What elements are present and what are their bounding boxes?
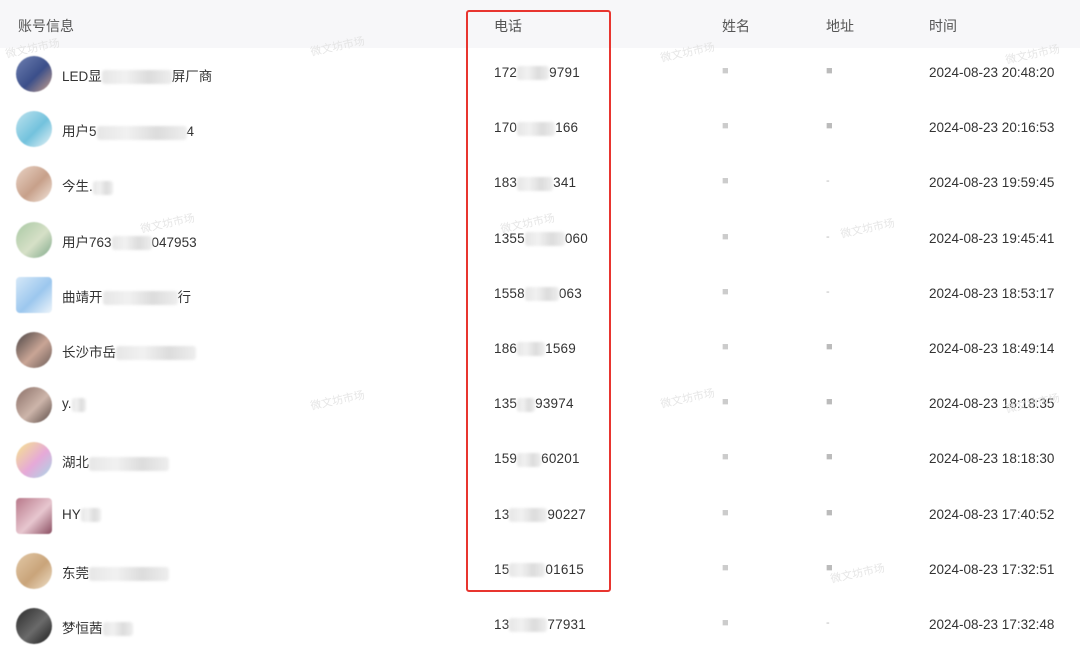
account-name: 梦恒茜 — [62, 617, 133, 637]
account-name: 今生. — [62, 175, 113, 195]
avatar — [16, 442, 52, 479]
account-name-visible-start: LED显 — [62, 69, 102, 84]
account-name: 长沙市岳 — [62, 341, 196, 361]
person-name: ■ — [722, 396, 729, 409]
avatar — [16, 111, 52, 148]
account-name-visible-start: 用户5 — [62, 124, 97, 140]
phone-prefix: 13 — [494, 617, 510, 632]
address: - — [826, 617, 830, 629]
account-name-visible-start: 今生. — [62, 179, 93, 195]
account-name: y. — [62, 396, 86, 412]
redaction-blur — [71, 397, 86, 412]
person-name: ■ — [722, 617, 729, 629]
redaction-blur — [102, 291, 178, 306]
person-name: ■ — [722, 175, 729, 188]
header-account: 账号信息 — [18, 18, 74, 34]
timestamp: 2024-08-23 19:59:45 — [929, 175, 1055, 191]
account-name-visible-end: 行 — [177, 289, 192, 305]
address: ■ — [826, 341, 833, 353]
timestamp: 2024-08-23 18:49:14 — [929, 341, 1055, 356]
address: ■ — [826, 120, 833, 133]
account-name: 湖北 — [62, 451, 169, 471]
account-name-visible-start: 梦恒茜 — [62, 621, 103, 636]
timestamp: 2024-08-23 17:32:48 — [929, 617, 1055, 632]
phone-number: 13 77931 — [494, 617, 586, 633]
address: ■ — [826, 506, 833, 519]
person-name: ■ — [722, 65, 729, 77]
avatar — [16, 387, 52, 424]
account-name-visible-start: y. — [62, 396, 72, 412]
phone-column-highlight-box — [466, 10, 611, 592]
timestamp: 2024-08-23 19:45:41 — [929, 230, 1055, 246]
avatar — [16, 56, 52, 92]
account-name-visible-start: 曲靖开 — [62, 289, 103, 305]
header-time: 时间 — [929, 18, 957, 34]
person-name: ■ — [722, 285, 729, 298]
account-name-visible-start: 用户763 — [62, 234, 112, 250]
account-name-visible-end: 屏厂商 — [171, 69, 213, 84]
account-name: 东莞 — [62, 562, 169, 582]
address: ■ — [826, 65, 833, 77]
timestamp: 2024-08-23 20:48:20 — [929, 65, 1055, 80]
redaction-blur — [116, 346, 196, 361]
account-name-visible-start: 湖北 — [62, 455, 89, 471]
account-name: 用户5 4 — [62, 120, 194, 140]
address: ■ — [826, 396, 833, 409]
header-name: 姓名 — [722, 18, 750, 34]
avatar — [16, 332, 52, 368]
address: ■ — [826, 451, 833, 464]
address: - — [826, 285, 830, 298]
person-name: ■ — [722, 451, 729, 464]
redaction-blur — [89, 456, 169, 471]
person-name: ■ — [722, 561, 729, 574]
timestamp: 2024-08-23 20:16:53 — [929, 120, 1055, 136]
redaction-blur — [509, 618, 548, 633]
avatar — [16, 552, 52, 589]
account-name-visible-start: 东莞 — [62, 565, 89, 581]
account-name-visible-end: 047953 — [151, 234, 197, 250]
account-name-visible-start: 长沙市岳 — [62, 345, 116, 360]
timestamp: 2024-08-23 18:18:30 — [929, 451, 1055, 467]
redaction-blur — [96, 125, 187, 140]
header-address: 地址 — [826, 18, 854, 34]
table-row[interactable]: 梦恒茜 13 77931 ■ - 2024-08-23 17:32:48 — [0, 598, 1080, 653]
redaction-blur — [80, 508, 101, 523]
redaction-blur — [102, 622, 133, 637]
redaction-blur — [111, 236, 152, 251]
redaction-blur — [89, 567, 169, 582]
avatar — [16, 276, 52, 313]
account-name-visible-end: 4 — [186, 124, 195, 140]
account-name: LED显 屏厂商 — [62, 65, 212, 85]
redaction-blur — [101, 70, 172, 85]
person-name: ■ — [722, 341, 729, 353]
avatar — [16, 608, 52, 644]
avatar — [16, 166, 52, 203]
account-name: 用户763 047953 — [62, 231, 197, 251]
avatar — [16, 497, 52, 534]
account-name: HY — [62, 506, 101, 523]
redaction-blur — [92, 180, 113, 195]
timestamp: 2024-08-23 17:32:51 — [929, 561, 1055, 577]
person-name: ■ — [722, 506, 729, 519]
timestamp: 2024-08-23 18:53:17 — [929, 285, 1055, 301]
phone-suffix: 77931 — [547, 617, 586, 632]
person-name: ■ — [722, 120, 729, 133]
avatar — [16, 221, 52, 258]
person-name: ■ — [722, 230, 729, 243]
address: - — [826, 175, 830, 188]
account-name: 曲靖开 行 — [62, 286, 191, 306]
address: - — [826, 230, 830, 243]
timestamp: 2024-08-23 17:40:52 — [929, 506, 1055, 522]
account-name-visible-start: HY — [62, 506, 81, 522]
